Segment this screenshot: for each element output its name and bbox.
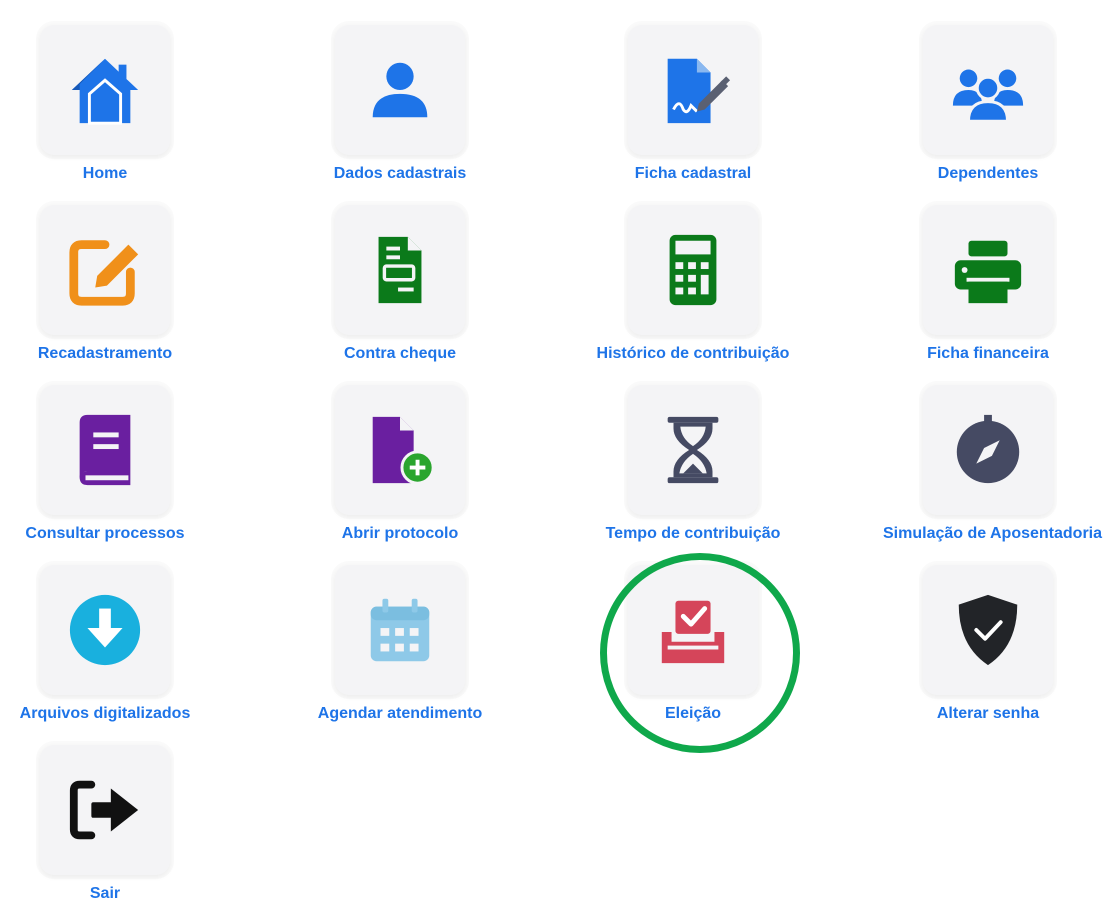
menu-item-label: Alterar senha (936, 705, 1040, 722)
menu-item-label: Simulação de Aposentadoria (883, 525, 1103, 542)
book-icon (79, 414, 131, 486)
menu-card[interactable] (335, 385, 465, 515)
user-icon (372, 62, 428, 118)
menu-item-label: Contra cheque (343, 345, 456, 362)
paycheck-icon (378, 236, 422, 304)
menu-item-alterar-senha[interactable]: Alterar senha (883, 565, 1083, 735)
menu-item-label: Histórico de contribuição (596, 345, 790, 362)
menu-item-label: Ficha cadastral (634, 165, 752, 182)
menu-item-label: Home (82, 165, 128, 182)
menu-card[interactable] (335, 205, 465, 335)
menu-item-sair[interactable]: Sair (0, 745, 200, 915)
menu-card[interactable] (335, 565, 465, 695)
menu-item-historico-contribuicao[interactable]: Histórico de contribuição (588, 205, 789, 375)
calculator-icon (669, 234, 717, 306)
menu-item-label: Dados cadastrais (333, 165, 467, 182)
menu-card[interactable] (40, 385, 170, 515)
menu-card[interactable] (628, 385, 758, 515)
sign-out-icon (69, 780, 139, 840)
shield-check-icon (958, 594, 1018, 666)
menu-card[interactable] (40, 25, 170, 155)
menu-item-home[interactable]: Home (0, 25, 200, 195)
menu-item-abrir-protocolo[interactable]: Abrir protocolo (295, 385, 495, 555)
menu-card[interactable] (40, 205, 170, 335)
users-icon (952, 69, 1024, 123)
menu-card[interactable] (40, 565, 170, 695)
edit-icon (69, 240, 139, 306)
printer-icon (954, 240, 1022, 304)
menu-item-label: Agendar atendimento (317, 705, 483, 722)
menu-item-dependentes[interactable]: Dependentes (883, 25, 1083, 195)
menu-card[interactable] (335, 25, 465, 155)
calendar-icon (370, 598, 430, 662)
menu-item-label: Ficha financeira (927, 345, 1049, 362)
menu-card[interactable] (923, 385, 1053, 515)
menu-item-label: Tempo de contribuição (605, 525, 781, 542)
compass-icon (956, 414, 1020, 484)
menu-item-recadastramento[interactable]: Recadastramento (0, 205, 200, 375)
hourglass-icon (667, 416, 719, 484)
menu-card[interactable] (628, 25, 758, 155)
menu-item-label: Recadastramento (37, 345, 173, 362)
highlight-circle (600, 553, 800, 753)
menu-item-label: Abrir protocolo (341, 525, 459, 542)
menu-card[interactable] (923, 565, 1053, 695)
menu-item-label: Arquivos digitalizados (19, 705, 191, 722)
menu-item-contra-cheque[interactable]: Contra cheque (295, 205, 495, 375)
menu-card[interactable] (40, 745, 170, 875)
menu-card[interactable] (628, 205, 758, 335)
menu-item-ficha-financeira[interactable]: Ficha financeira (883, 205, 1083, 375)
menu-item-consultar-processos[interactable]: Consultar processos (0, 385, 200, 555)
download-icon (69, 594, 141, 666)
menu-item-label: Consultar processos (25, 525, 185, 542)
menu-item-ficha-cadastral[interactable]: Ficha cadastral (588, 25, 788, 195)
signed-document-icon (667, 58, 731, 124)
menu-item-tempo-contribuicao[interactable]: Tempo de contribuição (588, 385, 788, 555)
menu-item-label: Dependentes (937, 165, 1039, 182)
menu-item-dados-cadastrais[interactable]: Dados cadastrais (295, 25, 495, 195)
add-file-icon (372, 416, 435, 485)
menu-card[interactable] (923, 25, 1053, 155)
home-icon (71, 58, 139, 125)
menu-item-label: Sair (89, 885, 121, 902)
menu-item-simulacao-aposentadoria[interactable]: Simulação de Aposentadoria (883, 385, 1102, 555)
menu-card[interactable] (923, 205, 1053, 335)
menu-item-arquivos-digitalizados[interactable]: Arquivos digitalizados (0, 565, 200, 735)
menu-item-agendar-atendimento[interactable]: Agendar atendimento (295, 565, 495, 735)
